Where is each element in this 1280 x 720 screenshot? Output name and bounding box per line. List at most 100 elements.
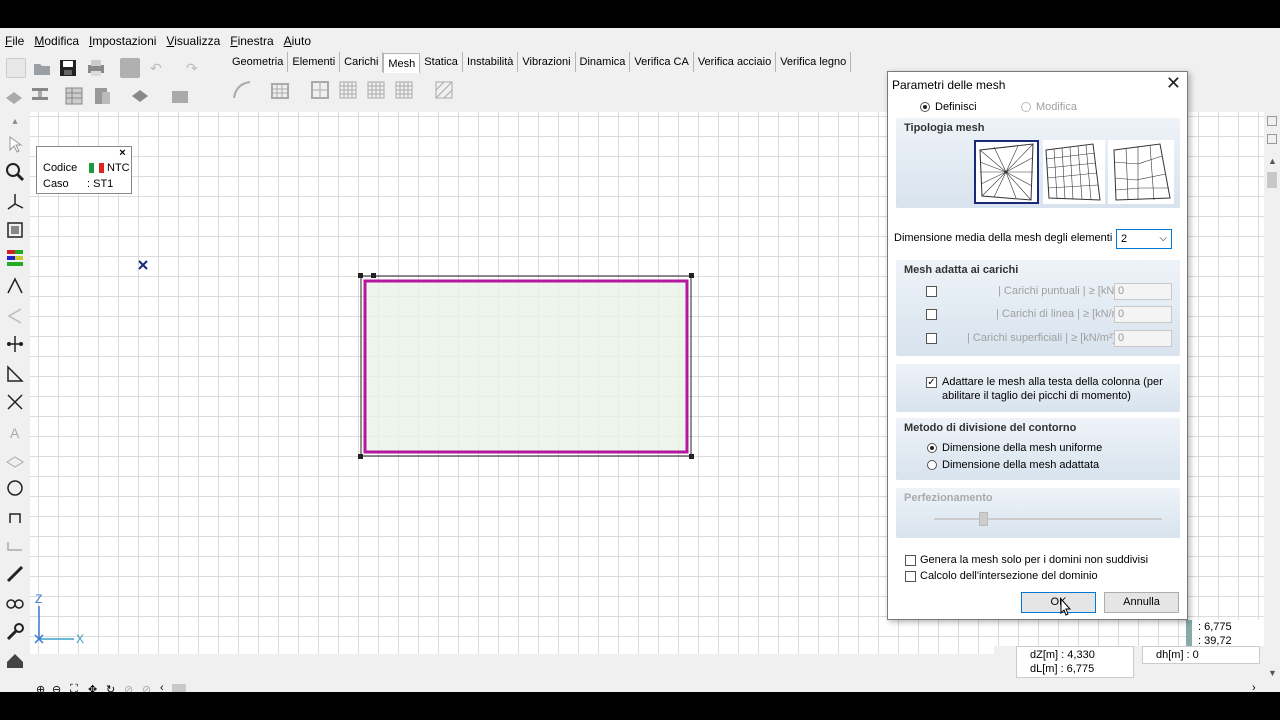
carichi-superficiali-checkbox[interactable] <box>926 333 937 344</box>
radio-mesh-uniforme[interactable] <box>927 443 937 453</box>
scroll-thumb[interactable] <box>1267 172 1277 188</box>
structure-icon[interactable] <box>30 84 50 104</box>
carichi-superficiali-label: | Carichi superficiali | ≥ [kN/m²] = <box>967 332 1126 344</box>
zoom-icon[interactable] <box>5 162 25 182</box>
menu-visualizza[interactable]: Visualizza <box>161 32 225 52</box>
menu-finestra[interactable]: Finestra <box>225 32 278 52</box>
rotate-icon[interactable] <box>5 478 25 498</box>
new-file-icon[interactable] <box>6 58 26 78</box>
mesh-type-triangular[interactable] <box>974 140 1039 204</box>
redo-icon[interactable]: ↷ <box>186 58 206 78</box>
pointer-icon[interactable] <box>5 134 25 154</box>
render-icon[interactable] <box>170 86 190 106</box>
ruler-icon[interactable] <box>5 564 25 584</box>
perfezionamento-slider[interactable] <box>979 512 988 526</box>
table-icon[interactable] <box>64 86 84 106</box>
carichi-puntuali-input[interactable]: 0 <box>1114 283 1172 300</box>
menu-bar: File Modifica Impostazioni Visualizza Fi… <box>0 32 316 52</box>
tab-elementi[interactable]: Elementi <box>288 52 341 72</box>
radio-mesh-adattata[interactable] <box>927 460 937 470</box>
calcolo-checkbox[interactable] <box>905 571 916 582</box>
left-toolbar: ▴ A <box>0 112 30 672</box>
mesh-type-quad-regular[interactable] <box>1043 140 1105 204</box>
colors-icon[interactable] <box>5 248 25 268</box>
scroll-up-arrow-icon[interactable]: ▲ <box>1268 156 1277 166</box>
calcolo-label: Calcolo dell'intersezione del dominio <box>920 570 1098 582</box>
adattare-checkbox[interactable]: ✓ <box>926 377 937 388</box>
stop-icon[interactable] <box>120 58 140 78</box>
mesh-domain-icon[interactable] <box>310 80 330 100</box>
carichi-linea-input[interactable]: 0 <box>1114 306 1172 323</box>
annulla-button[interactable]: Annulla <box>1104 592 1179 613</box>
carichi-linea-checkbox[interactable] <box>926 309 937 320</box>
info-box-close-icon[interactable]: × <box>117 148 128 159</box>
nodes-icon[interactable] <box>5 334 25 354</box>
bracket-icon[interactable] <box>5 508 25 528</box>
dimension-icon[interactable] <box>5 276 25 296</box>
carichi-puntuali-checkbox[interactable] <box>926 286 937 297</box>
mesh-carichi-section: Mesh adatta ai carichi | Carichi puntual… <box>896 260 1180 356</box>
selection-handle[interactable] <box>358 273 363 278</box>
cross-tool-icon[interactable] <box>5 392 25 412</box>
scroll-up-icon[interactable]: ▴ <box>5 116 25 136</box>
tab-verifica-ca[interactable]: Verifica CA <box>630 52 694 72</box>
dimensione-select[interactable]: 2 ⌵ <box>1116 229 1172 249</box>
carichi-superficiali-input[interactable]: 0 <box>1114 330 1172 347</box>
glasses-icon[interactable] <box>5 592 25 612</box>
tab-instabilita[interactable]: Instabilità <box>463 52 519 72</box>
radio-modifica[interactable] <box>1021 102 1031 112</box>
restore-icon[interactable] <box>1267 134 1277 144</box>
dialog-close-icon[interactable]: ✕ <box>1166 74 1181 92</box>
select-box-icon[interactable] <box>5 220 25 240</box>
genera-checkbox[interactable] <box>905 555 916 566</box>
z-axis-label: Z <box>35 592 43 606</box>
layers-icon[interactable] <box>4 86 24 106</box>
mesh-grid-icon[interactable] <box>270 80 290 100</box>
menu-modifica[interactable]: Modifica <box>29 32 84 52</box>
slab-domain[interactable] <box>363 279 689 454</box>
print-icon[interactable] <box>86 58 106 78</box>
undo-icon[interactable]: ↶ <box>150 58 170 78</box>
tab-dinamica[interactable]: Dinamica <box>576 52 631 72</box>
mesh-type-quad-free[interactable] <box>1108 140 1174 204</box>
dl-value: dL[m] : 6,775 <box>1030 663 1095 675</box>
selection-handle[interactable] <box>689 273 694 278</box>
tab-verifica-legno[interactable]: Verifica legno <box>776 52 852 72</box>
measure-icon[interactable] <box>5 364 25 384</box>
tab-statica[interactable]: Statica <box>420 52 463 72</box>
axes-icon[interactable] <box>5 192 25 212</box>
report-icon[interactable] <box>92 86 112 106</box>
home-icon[interactable] <box>5 650 25 670</box>
tab-mesh[interactable]: Mesh <box>383 53 421 73</box>
radio-definisci[interactable] <box>920 102 930 112</box>
menu-aiuto[interactable]: Aiuto <box>279 32 316 52</box>
mesh-fine-icon[interactable] <box>338 80 358 100</box>
selection-handle[interactable] <box>371 273 376 278</box>
tab-geometria[interactable]: Geometria <box>228 52 289 72</box>
curve-tool-icon[interactable] <box>232 80 252 100</box>
view-3d-icon[interactable] <box>130 86 150 106</box>
tab-vibrazioni[interactable]: Vibrazioni <box>518 52 576 72</box>
quad-mesh-icon <box>1045 143 1101 201</box>
wrench-icon[interactable] <box>5 622 25 642</box>
step-icon[interactable] <box>5 536 25 556</box>
line-tool-icon[interactable] <box>5 306 25 326</box>
module-tabs: Geometria Elementi Carichi Mesh Statica … <box>228 52 852 73</box>
scroll-down-arrow-icon[interactable]: ▼ <box>1268 668 1277 678</box>
mesh-refine-icon[interactable] <box>394 80 414 100</box>
text-tool-icon[interactable]: A <box>5 422 25 442</box>
mesh-irregular-icon[interactable] <box>434 80 454 100</box>
main-toolbar-row2 <box>0 82 228 112</box>
restore-icon[interactable] <box>1267 116 1277 126</box>
right-scrollbar[interactable]: ▲ ▼ <box>1264 112 1280 682</box>
open-folder-icon[interactable] <box>32 58 52 78</box>
tab-verifica-acciaio[interactable]: Verifica acciaio <box>694 52 777 72</box>
selection-handle[interactable] <box>358 454 363 459</box>
menu-impostazioni[interactable]: Impostazioni <box>84 32 161 52</box>
save-icon[interactable] <box>58 58 78 78</box>
selection-handle[interactable] <box>689 454 694 459</box>
tab-carichi[interactable]: Carichi <box>340 52 384 72</box>
slab-icon[interactable] <box>5 450 25 470</box>
mesh-finer-icon[interactable] <box>366 80 386 100</box>
menu-file[interactable]: File <box>0 32 29 52</box>
